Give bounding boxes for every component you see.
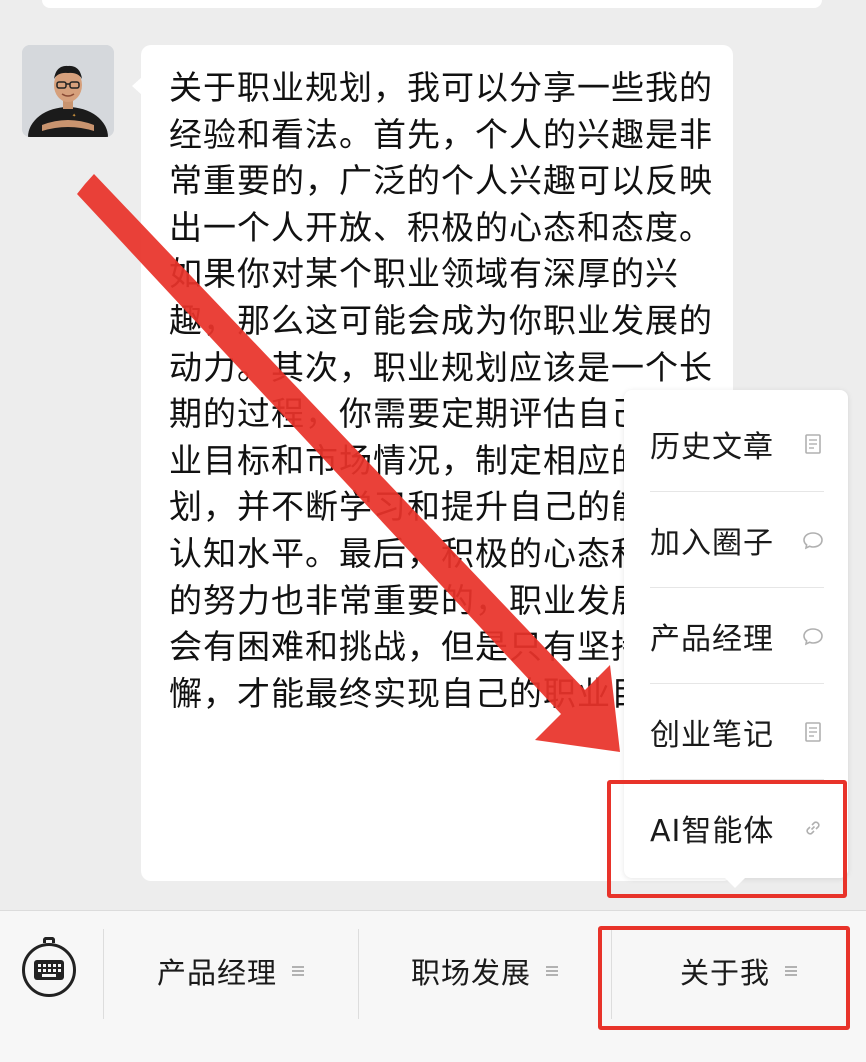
link-icon [802,817,824,839]
tab-about-me[interactable]: 关于我 [612,941,866,1001]
menu-item-join-circle[interactable]: 加入圈子 [650,492,824,588]
tab-label: 关于我 [679,956,770,990]
keyboard-icon[interactable] [22,943,76,997]
menu-item-label: 加入圈子 [650,525,774,561]
tab-label: 职场发展 [410,956,531,990]
menu-item-product-manager[interactable]: 产品经理 [650,588,824,684]
chat-bubble-icon [802,529,824,551]
menu-lines-icon [784,964,798,978]
tab-career-development[interactable]: 职场发展 [359,941,611,1001]
chat-bubble-icon [802,625,824,647]
tab-product-manager[interactable]: 产品经理 [104,941,358,1001]
article-icon [802,721,824,743]
menu-item-startup-notes[interactable]: 创业笔记 [650,684,824,780]
keyboard-icon-cap [43,937,55,943]
menu-item-label: 历史文章 [650,429,774,465]
menu-item-label: AI智能体 [650,814,775,849]
bottom-menu-bar: 产品经理 职场发展 关于我 [0,910,866,1062]
avatar-photo: ✦ [22,45,114,137]
menu-item-ai-agent[interactable]: AI智能体 [650,780,824,876]
menu-lines-icon [545,964,559,978]
menu-item-history-articles[interactable]: 历史文章 [650,396,824,492]
menu-item-label: 产品经理 [650,621,774,657]
menu-lines-icon [291,964,305,978]
avatar[interactable]: ✦ [22,45,114,137]
tab-label: 产品经理 [156,956,277,990]
article-icon [802,433,824,455]
sub-menu-popup: 历史文章 加入圈子 产品经理 创业笔记 AI智能体 [624,390,848,888]
svg-text:✦: ✦ [72,113,76,119]
message-row: ✦ 关于职业规划，我可以分享一些我的经验和看法。首先，个人的兴趣是非常重要的，广… [0,0,866,910]
menu-item-label: 创业笔记 [650,717,774,753]
